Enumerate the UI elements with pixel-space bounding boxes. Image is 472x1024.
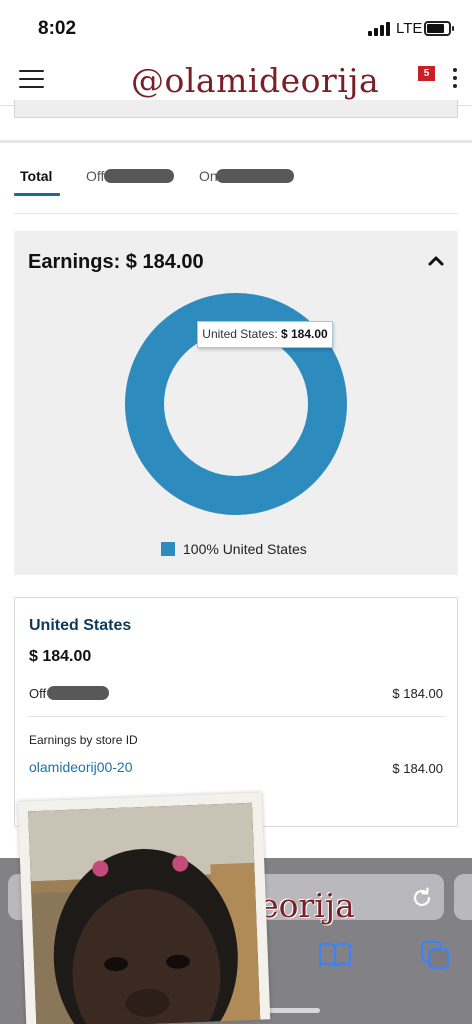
store-id-value: $ 184.00 <box>392 761 443 776</box>
legend-swatch <box>161 542 175 556</box>
status-bar: 8:02 LTE <box>0 0 472 56</box>
app-header: @olamideorija 5 <box>0 56 472 106</box>
redaction-mark <box>104 169 174 183</box>
row-divider <box>29 716 445 717</box>
hamburger-menu-icon[interactable] <box>19 69 45 89</box>
legend-label: 100% United States <box>183 541 307 557</box>
notification-badge[interactable]: 5 <box>418 66 435 81</box>
earnings-donut-chart <box>125 293 347 515</box>
earnings-card: Earnings: $ 184.00 United States: $ 184.… <box>14 231 458 575</box>
tab-off[interactable]: Off <box>86 168 104 184</box>
person-face-image <box>28 802 261 1024</box>
network-type: LTE <box>396 20 423 37</box>
row-value-off: $ 184.00 <box>392 686 443 701</box>
battery-icon <box>424 21 454 36</box>
tab-total[interactable]: Total <box>20 168 52 184</box>
collapsed-panel <box>14 100 458 118</box>
header-watermark: @olamideorija <box>131 61 380 100</box>
bookmarks-icon[interactable] <box>318 940 352 968</box>
chart-tooltip: United States: $ 184.00 <box>197 321 333 348</box>
next-tab-preview[interactable] <box>454 874 472 920</box>
active-tab-indicator <box>14 193 60 196</box>
section-divider <box>0 140 472 143</box>
tooltip-country: United States: <box>202 327 278 341</box>
more-options-icon[interactable] <box>452 67 458 89</box>
country-total: $ 184.00 <box>29 648 92 665</box>
reload-icon[interactable] <box>410 886 434 910</box>
status-time: 8:02 <box>38 18 77 39</box>
redaction-mark <box>47 686 109 700</box>
screen: 8:02 LTE @olamideorija 5 Total Off On Ea… <box>0 0 472 1024</box>
tab-on[interactable]: On <box>199 168 218 184</box>
cellular-signal-icon <box>368 22 390 36</box>
camera-video <box>28 802 261 1024</box>
tooltip-amount: $ 184.00 <box>281 327 328 341</box>
row-label-off: Off <box>29 686 47 701</box>
tabs-overview-icon[interactable] <box>420 940 450 970</box>
store-id-link[interactable]: olamideorij00-20 <box>29 759 133 775</box>
country-name[interactable]: United States <box>29 617 131 635</box>
camera-overlay <box>17 792 271 1024</box>
earnings-tabs: Total Off On <box>14 160 458 214</box>
store-id-heading: Earnings by store ID <box>29 733 138 747</box>
redaction-mark <box>216 169 294 183</box>
